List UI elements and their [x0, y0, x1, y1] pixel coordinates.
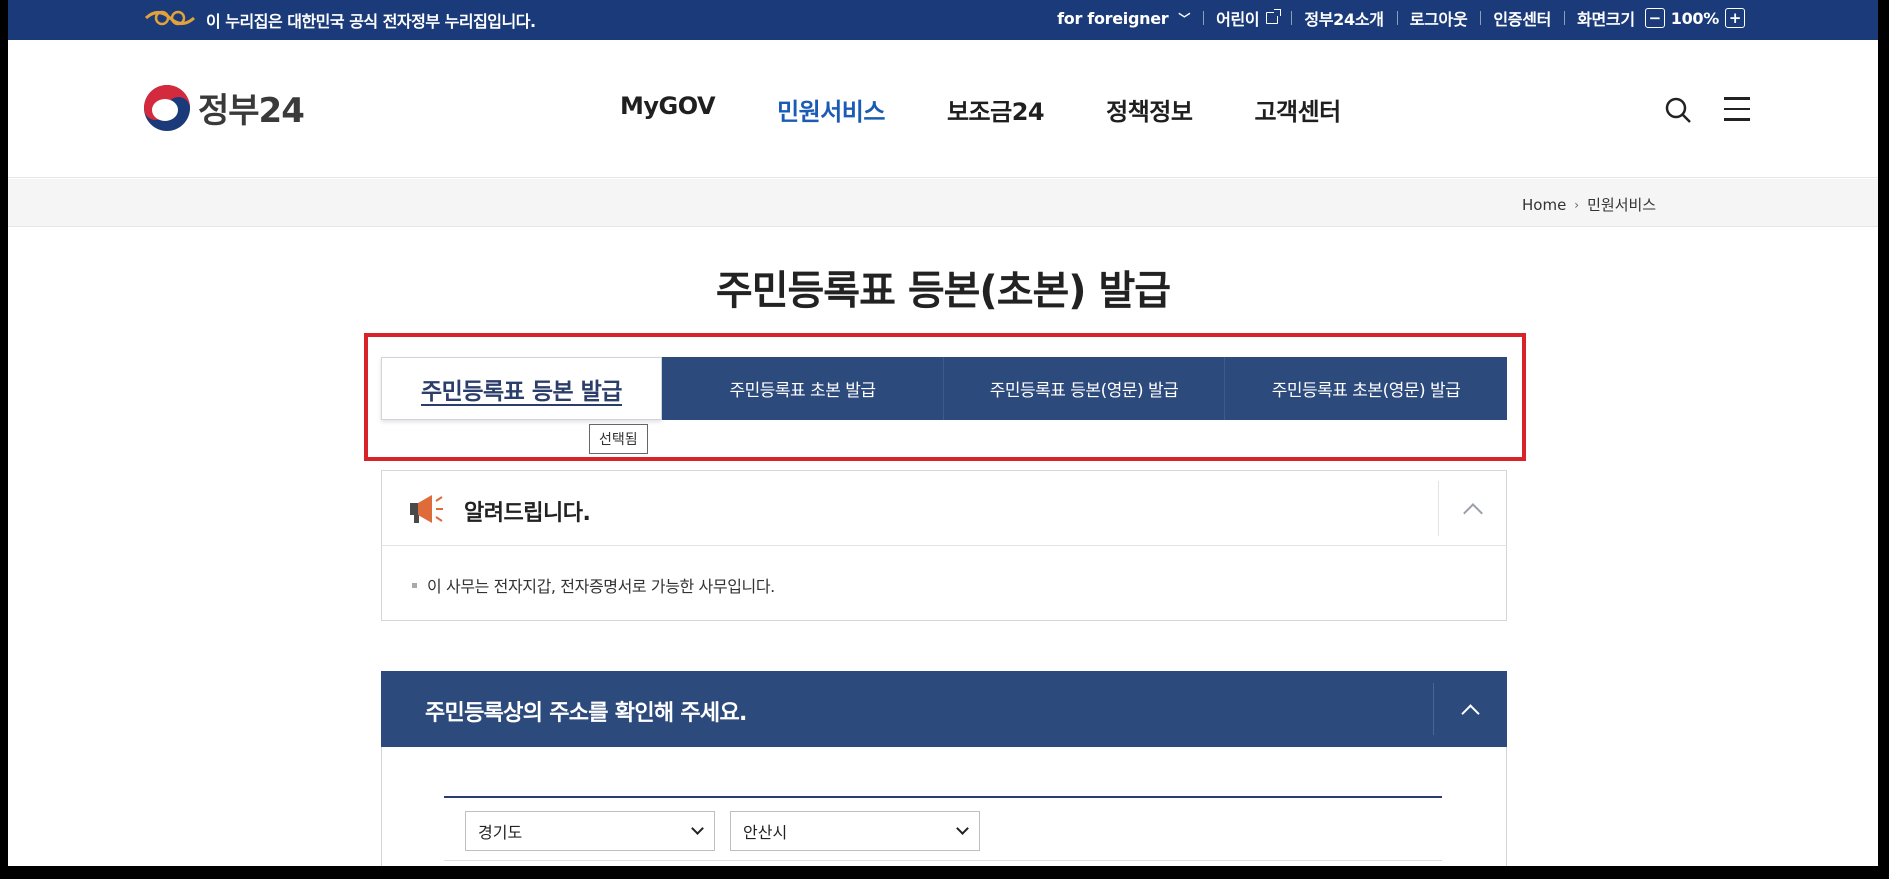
divider — [444, 796, 1442, 798]
zoom-control: 화면크기 − 100% + — [1564, 6, 1758, 30]
city-select[interactable]: 안산시 — [730, 811, 980, 851]
nav-civil-service[interactable]: 민원서비스 — [777, 92, 885, 127]
chevron-down-icon — [956, 822, 969, 835]
zoom-out-button[interactable]: − — [1644, 8, 1665, 28]
kids-link[interactable]: 어린이 — [1203, 6, 1291, 30]
taegeuk-icon — [144, 84, 190, 131]
hamburger-menu-icon[interactable] — [1724, 97, 1750, 121]
breadcrumb-band: Home › 민원서비스 — [8, 179, 1878, 227]
nav-policy-info[interactable]: 정책정보 — [1106, 92, 1193, 127]
chevron-up-icon — [1462, 502, 1483, 523]
address-section-header: 주민등록상의 주소를 확인해 주세요. — [381, 671, 1507, 747]
notice-title: 알려드립니다. — [464, 501, 591, 526]
chevron-right-icon: › — [1574, 197, 1580, 212]
cert-center-link[interactable]: 인증센터 — [1480, 6, 1564, 30]
page: 이 누리집은 대한민국 공식 전자정부 누리집입니다. for foreigne… — [8, 0, 1878, 866]
notice-text: 이 사무는 전자지갑, 전자증명서로 가능한 사무입니다. — [427, 577, 775, 596]
tab-resident-abstract[interactable]: 주민등록표 초본 발급 — [662, 357, 944, 420]
selected-tooltip: 선택됨 — [589, 424, 648, 454]
tab-resident-copy-english[interactable]: 주민등록표 등본(영문) 발급 — [944, 357, 1225, 420]
breadcrumb: Home › 민원서비스 — [1522, 194, 1656, 215]
about-label: 정부24소개 — [1304, 10, 1384, 29]
official-site-notice: 이 누리집은 대한민국 공식 전자정부 누리집입니다. — [206, 12, 536, 31]
gov24-logo[interactable]: 정부24 — [144, 83, 305, 132]
site-header: 정부24 MyGOV 민원서비스 보조금24 정책정보 고객센터 — [8, 40, 1878, 178]
for-foreigner-label: for foreigner — [1057, 8, 1169, 28]
breadcrumb-current[interactable]: 민원서비스 — [1587, 194, 1656, 215]
notice-box: 알려드립니다. 이 사무는 전자지갑, 전자증명서로 가능한 사무입니다. — [381, 470, 1507, 621]
nav-customer-center[interactable]: 고객센터 — [1254, 92, 1341, 127]
main-nav: MyGOV 민원서비스 보조금24 정책정보 고객센터 — [620, 92, 1403, 127]
chevron-down-icon — [691, 822, 704, 835]
megaphone-icon — [410, 495, 443, 523]
logout-link[interactable]: 로그아웃 — [1396, 6, 1481, 30]
page-title: 주민등록표 등본(초본) 발급 — [715, 268, 1171, 314]
city-select-value: 안산시 — [743, 823, 788, 842]
zoom-in-button[interactable]: + — [1725, 8, 1745, 28]
external-link-icon — [1266, 9, 1282, 24]
divider — [444, 860, 1442, 861]
zoom-value: 100% — [1670, 8, 1720, 28]
province-select[interactable]: 경기도 — [465, 811, 715, 851]
nav-subsidy24[interactable]: 보조금24 — [947, 92, 1045, 127]
kids-label: 어린이 — [1216, 10, 1260, 29]
logout-label: 로그아웃 — [1409, 10, 1468, 29]
notice-body: 이 사무는 전자지갑, 전자증명서로 가능한 사무입니다. — [382, 546, 1506, 624]
notice-collapse-button[interactable] — [1438, 481, 1506, 536]
for-foreigner-link[interactable]: for foreigner ﹀ — [1044, 9, 1203, 28]
chevron-up-icon — [1461, 703, 1480, 723]
logo-text: 정부24 — [198, 91, 305, 131]
tab-resident-abstract-english[interactable]: 주민등록표 초본(영문) 발급 — [1225, 357, 1507, 420]
egov-logo-icon — [144, 10, 196, 26]
address-section-body: 경기도 안산시 — [381, 747, 1507, 866]
bullet-icon — [412, 582, 417, 588]
utility-menu: for foreigner ﹀ 어린이 정부24소개 로그아웃 인증센터 화면크… — [1044, 6, 1758, 30]
province-select-value: 경기도 — [478, 823, 523, 842]
issue-type-tabs: 주민등록표 등본 발급 주민등록표 초본 발급 주민등록표 등본(영문) 발급 … — [381, 357, 1507, 420]
notice-header: 알려드립니다. — [382, 471, 1506, 546]
address-section-title: 주민등록상의 주소를 확인해 주세요. — [425, 701, 747, 726]
cert-center-label: 인증센터 — [1493, 10, 1552, 29]
address-collapse-button[interactable] — [1433, 683, 1507, 735]
gov-official-bar: 이 누리집은 대한민국 공식 전자정부 누리집입니다. for foreigne… — [8, 0, 1878, 40]
nav-mygov[interactable]: MyGOV — [620, 92, 716, 127]
zoom-label: 화면크기 — [1577, 10, 1635, 29]
about-link[interactable]: 정부24소개 — [1291, 6, 1396, 30]
search-icon[interactable] — [1664, 96, 1692, 124]
chevron-down-icon: ﹀ — [1178, 11, 1191, 26]
breadcrumb-home[interactable]: Home — [1522, 196, 1566, 214]
tab-resident-copy[interactable]: 주민등록표 등본 발급 — [381, 357, 662, 420]
